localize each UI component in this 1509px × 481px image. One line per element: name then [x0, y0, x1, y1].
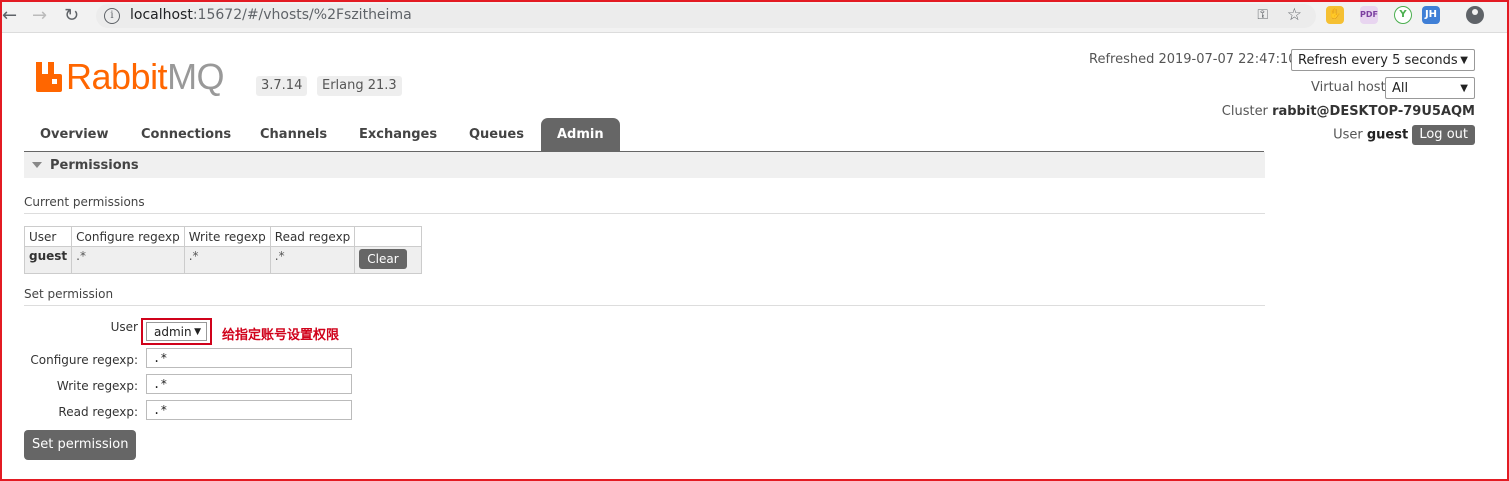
- write-regexp-input[interactable]: .*: [146, 374, 352, 394]
- reload-icon[interactable]: ↻: [64, 6, 79, 26]
- configure-regexp-input[interactable]: .*: [146, 348, 352, 368]
- jh-extension-icon[interactable]: JH: [1422, 6, 1440, 24]
- cell-configure: .*: [71, 246, 185, 274]
- pdf-extension-icon[interactable]: PDF: [1360, 6, 1378, 24]
- chevron-down-icon: ▼: [194, 327, 201, 337]
- read-regexp-input[interactable]: .*: [146, 400, 352, 420]
- cluster-name: rabbit@DESKTOP-79U5AQM: [1272, 104, 1475, 119]
- permissions-section-header[interactable]: Permissions: [24, 152, 1265, 178]
- tab-connections[interactable]: Connections: [125, 118, 247, 151]
- y-extension-icon[interactable]: Y: [1394, 6, 1412, 24]
- table-row: guest .* .* .* Clear: [23, 246, 423, 274]
- section-title: Permissions: [50, 158, 139, 173]
- version-badge: 3.7.14: [256, 76, 308, 96]
- column-header-read: Read regexp: [269, 226, 356, 247]
- column-header-user: User: [23, 226, 73, 247]
- clear-permission-button[interactable]: Clear: [359, 249, 407, 269]
- current-user-info: User guest Log out: [1333, 125, 1475, 145]
- logout-button[interactable]: Log out: [1412, 125, 1475, 145]
- key-icon[interactable]: ⚿: [1257, 7, 1268, 23]
- write-regexp-label: Write regexp:: [56, 379, 138, 393]
- bookmark-star-icon[interactable]: ☆: [1287, 5, 1302, 25]
- set-permission-heading: Set permission: [24, 287, 1265, 306]
- table-header-row: User Configure regexp Write regexp Read …: [23, 226, 423, 247]
- cluster-info: Cluster rabbit@DESKTOP-79U5AQM: [1221, 104, 1475, 119]
- column-header-write: Write regexp: [183, 226, 271, 247]
- tab-queues[interactable]: Queues: [453, 118, 540, 151]
- url-text[interactable]: localhost:15672/#/vhosts/%2Fszitheima: [130, 7, 412, 23]
- browser-toolbar: ← → ↻ i localhost:15672/#/vhosts/%2Fszit…: [0, 0, 1509, 33]
- annotation-text: 给指定账号设置权限: [222, 328, 340, 343]
- cell-read: .*: [269, 246, 356, 274]
- back-icon[interactable]: ←: [2, 6, 17, 26]
- cell-user: guest: [23, 246, 73, 274]
- tab-admin[interactable]: Admin: [541, 118, 620, 151]
- permissions-table: User Configure regexp Write regexp Read …: [23, 226, 423, 274]
- rabbitmq-logo-icon: [36, 62, 62, 92]
- collapse-triangle-icon: [32, 162, 42, 168]
- virtual-host-label: Virtual host: [1311, 80, 1386, 95]
- current-user-name: guest: [1366, 127, 1409, 143]
- erlang-badge: Erlang 21.3: [317, 76, 402, 96]
- configure-regexp-label: Configure regexp:: [30, 353, 138, 367]
- tab-overview[interactable]: Overview: [24, 118, 125, 151]
- cell-write: .*: [183, 246, 271, 274]
- user-select[interactable]: admin ▼: [146, 322, 207, 341]
- tab-channels[interactable]: Channels: [244, 118, 343, 151]
- address-bar[interactable]: i localhost:15672/#/vhosts/%2Fszitheima …: [96, 4, 1316, 28]
- chevron-down-icon: ▼: [1460, 83, 1468, 94]
- read-regexp-label: Read regexp:: [58, 405, 138, 419]
- hand-extension-icon[interactable]: ✋: [1326, 6, 1344, 24]
- main-nav-tabs: Overview Connections Channels Exchanges …: [24, 118, 1264, 152]
- profile-avatar-icon[interactable]: [1466, 6, 1484, 24]
- refresh-interval-select[interactable]: Refresh every 5 seconds ▼: [1291, 49, 1475, 71]
- user-label: User: [110, 320, 138, 334]
- info-icon[interactable]: i: [104, 8, 120, 24]
- forward-icon[interactable]: →: [32, 6, 47, 26]
- virtual-host-select[interactable]: All ▼: [1385, 77, 1475, 99]
- tab-exchanges[interactable]: Exchanges: [343, 118, 453, 151]
- set-permission-button[interactable]: Set permission: [24, 430, 137, 460]
- refreshed-label: Refreshed 2019-07-07 22:47:10: [1089, 52, 1297, 67]
- column-header-actions: [354, 226, 423, 247]
- chevron-down-icon: ▼: [1460, 55, 1468, 66]
- current-permissions-heading: Current permissions: [24, 195, 1265, 214]
- logo-text: RabbitMQ: [66, 56, 225, 97]
- column-header-configure: Configure regexp: [71, 226, 185, 247]
- cell-actions: Clear: [354, 246, 423, 274]
- user-select-highlight: admin ▼: [141, 318, 212, 345]
